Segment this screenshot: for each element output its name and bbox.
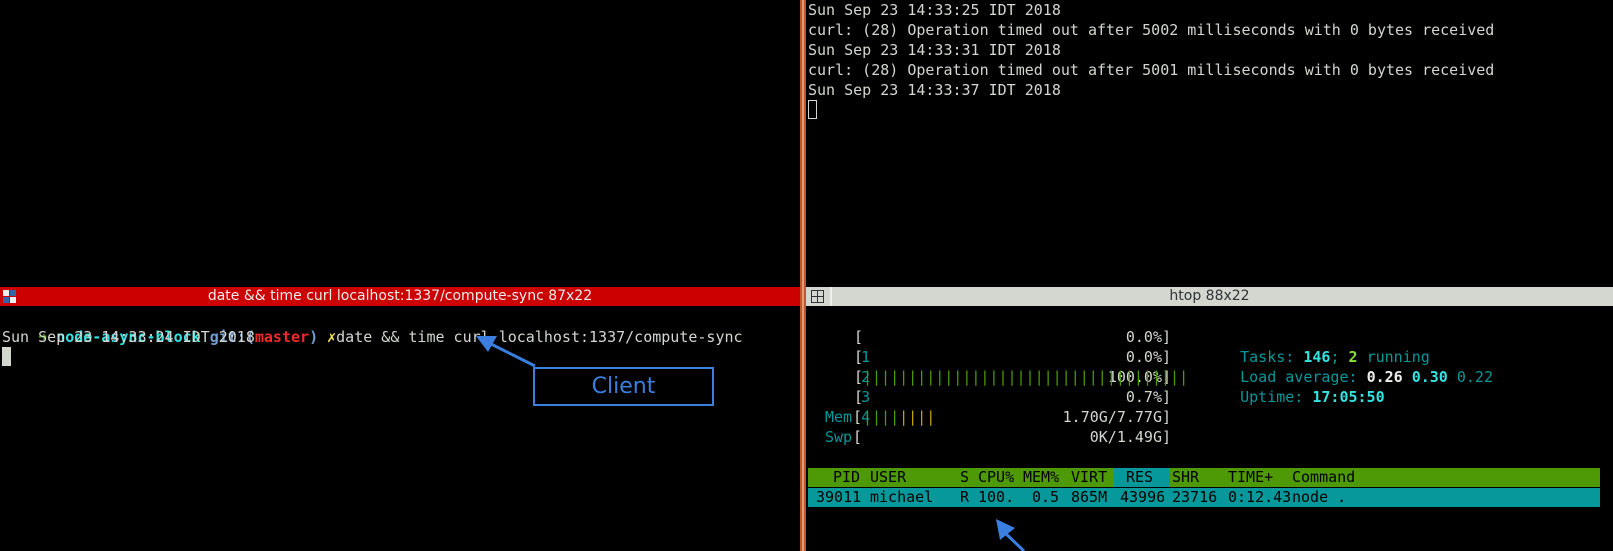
htop-pane-title: htop 88x22: [1169, 288, 1250, 304]
annotation-arrow: [476, 336, 536, 368]
client-terminal-pane[interactable]: ➜ node-async-block git:(master) ✗date &&…: [0, 306, 800, 551]
output-line: Sun Sep 23 14:33:25 IDT 2018: [808, 1, 1061, 19]
client-annotation-label: Client: [591, 374, 656, 399]
htop-pane[interactable]: 1 2 3 4 Mem Swp [] 0.0%[] 0.0%[] 100.0% ||||…: [806, 306, 1613, 551]
output-line: curl: (28) Operation timed out after 500…: [808, 21, 1495, 39]
terminal-cursor: [808, 100, 817, 119]
top-left-pane[interactable]: [0, 0, 800, 286]
left-pane-title: date && time curl localhost:1337/compute…: [207, 288, 593, 304]
window-grid-icon[interactable]: [3, 290, 16, 303]
output-line: curl: (28) Operation timed out after 500…: [808, 61, 1495, 79]
window-grid-icon[interactable]: [811, 290, 824, 303]
output-line: Sun Sep 23 14:33:31 IDT 2018: [808, 41, 1061, 59]
htop-pane-titlebar[interactable]: htop 88x22: [806, 287, 1613, 306]
left-pane-titlebar[interactable]: date && time curl localhost:1337/compute…: [0, 287, 800, 306]
top-right-pane[interactable]: Sun Sep 23 14:33:25 IDT 2018 curl: (28) …: [806, 0, 1613, 286]
annotation-arrow: [996, 519, 1026, 551]
output-line: Sun Sep 23 14:33:37 IDT 2018: [808, 81, 1061, 99]
